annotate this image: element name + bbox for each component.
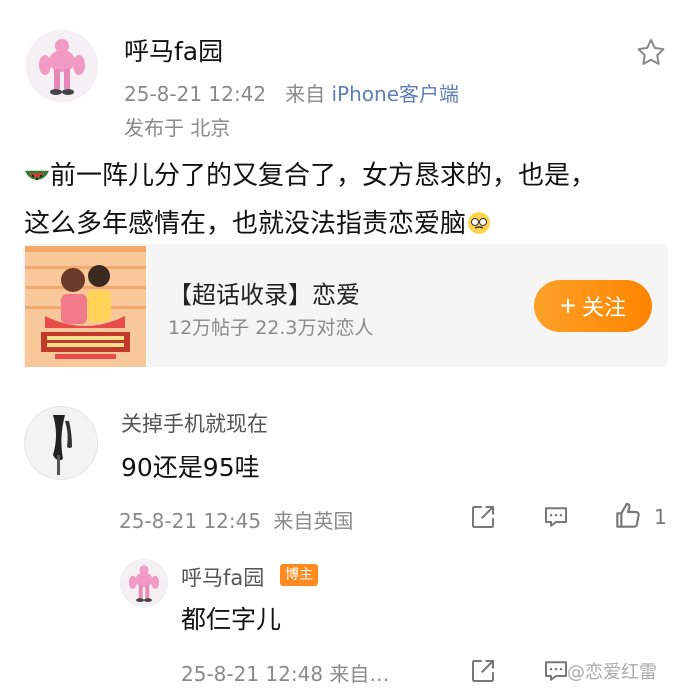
reply-share-icon[interactable]: [468, 656, 498, 686]
comment-text: 90还是95哇: [121, 453, 260, 482]
commenter-name[interactable]: 关掉手机就现在: [121, 408, 268, 438]
watermark: @恋爱红雷: [567, 662, 657, 683]
comment-icon[interactable]: [541, 502, 571, 532]
post-body-line1: 前一阵儿分了的又复合了，女方恳求的，也是，: [50, 161, 597, 191]
post-author-avatar[interactable]: [26, 30, 98, 102]
share-icon[interactable]: [468, 502, 498, 532]
comment-source: 来自英国: [273, 509, 354, 533]
reply-author-avatar[interactable]: [120, 559, 168, 607]
post-source-prefix: 来自: [285, 82, 332, 106]
star-icon[interactable]: [634, 36, 668, 70]
super-topic-cover[interactable]: [25, 246, 146, 367]
plus-icon: +: [559, 290, 577, 321]
watermelon-icon: [24, 158, 50, 202]
post-author-name[interactable]: 呼马fa园: [124, 32, 223, 68]
reply-author-name[interactable]: 呼马fa园: [181, 562, 264, 592]
post-body-line2: 这么多年感情在，也就没法指责恋爱脑: [24, 209, 467, 239]
post-date: 25-8-21 12:42: [124, 82, 267, 106]
author-badge: 博主: [280, 564, 318, 586]
post-source-app[interactable]: iPhone客户端: [332, 82, 460, 106]
follow-label: 关注: [582, 295, 627, 320]
comment-meta: 25-8-21 12:45 来自英国: [119, 505, 353, 534]
super-topic-title[interactable]: 【超话收录】恋爱: [168, 275, 360, 310]
post-location: 发布于 北京: [124, 116, 231, 140]
comment-date: 25-8-21 12:45: [119, 509, 262, 533]
post-meta: 25-8-21 12:42 来自 iPhone客户端: [124, 78, 459, 107]
reply-text: 都仨字儿: [181, 605, 282, 634]
super-topic-stats: 12万帖子 22.3万对恋人: [168, 317, 374, 339]
reply-meta: 25-8-21 12:48 来自…: [181, 662, 390, 686]
follow-button[interactable]: + 关注: [534, 280, 652, 332]
post-body: 前一阵儿分了的又复合了，女方恳求的，也是， 这么多年感情在，也就没法指责恋爱脑: [24, 154, 674, 250]
like-icon[interactable]: [612, 500, 642, 530]
commenter-avatar[interactable]: [24, 406, 98, 480]
like-count: 1: [654, 505, 667, 529]
